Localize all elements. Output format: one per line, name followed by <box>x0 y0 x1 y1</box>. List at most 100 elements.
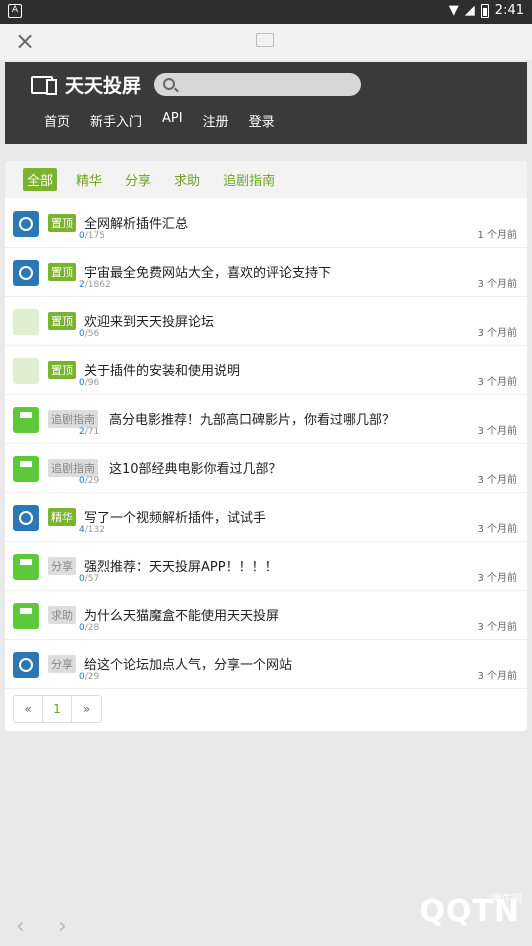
topic-tag: 精华 <box>48 508 76 526</box>
view-count: 1862 <box>87 280 111 290</box>
topic-stats: 0/29 <box>79 672 99 682</box>
topic-tag: 追剧指南 <box>48 459 98 477</box>
view-count: 175 <box>87 231 105 241</box>
close-button[interactable]: × <box>14 29 36 53</box>
forward-icon[interactable]: › <box>58 914 67 939</box>
topic-title[interactable]: 为什么天猫魔盒不能使用天天投屏 <box>84 605 279 624</box>
nav-link-3[interactable]: 注册 <box>203 111 229 130</box>
topic-row[interactable]: 追剧指南 这10部经典电影你看过几部？ 0/29 3 个月前 <box>5 444 527 493</box>
topic-stats: 0/28 <box>79 623 99 633</box>
site-logo[interactable]: 天天投屏 <box>31 71 141 98</box>
tab-0[interactable]: 全部 <box>23 168 58 191</box>
signal-icon: ◢ <box>464 3 475 18</box>
topic-title[interactable]: 关于插件的安装和使用说明 <box>84 360 240 379</box>
view-count: 29 <box>87 672 100 682</box>
logo-text: 天天投屏 <box>65 75 142 97</box>
topic-stats: 4/132 <box>79 525 105 535</box>
nav-link-1[interactable]: 新手入门 <box>90 111 142 130</box>
browser-toolbar: × <box>0 24 532 60</box>
topic-tag: 分享 <box>48 655 76 673</box>
prev-page-button[interactable]: « <box>14 696 43 722</box>
tv-phone-icon <box>31 75 57 95</box>
topic-title[interactable]: 全网解析插件汇总 <box>84 213 188 232</box>
category-tabs: 全部 精华 分享 求助 追剧指南 <box>5 161 527 198</box>
last-reply-time: 3 个月前 <box>477 279 517 290</box>
topic-list-card: 全部 精华 分享 求助 追剧指南 置顶 全网解析插件汇总 0/175 1 个月前 置顶 宇宙最全免… <box>5 161 527 731</box>
topic-title[interactable]: 写了一个视频解析插件，试试手 <box>84 507 266 526</box>
tab-1[interactable]: 精华 <box>72 168 106 191</box>
topic-row[interactable]: 精华 写了一个视频解析插件，试试手 4/132 3 个月前 <box>5 493 527 542</box>
topic-stats: 0/57 <box>79 574 99 584</box>
topic-stats: 0/56 <box>79 329 99 339</box>
view-count: 132 <box>87 525 105 535</box>
user-avatar[interactable] <box>13 211 39 237</box>
tab-2[interactable]: 分享 <box>121 168 155 191</box>
next-page-button[interactable]: » <box>72 696 101 722</box>
topic-row[interactable]: 分享 强烈推荐：天天投屏APP！！！！ 0/57 3 个月前 <box>5 542 527 591</box>
topic-list: 置顶 全网解析插件汇总 0/175 1 个月前 置顶 宇宙最全免费网站大全，喜欢的评论支持… <box>5 199 527 689</box>
user-avatar[interactable] <box>13 309 39 335</box>
user-avatar[interactable] <box>13 407 39 433</box>
topic-tag: 置顶 <box>48 312 76 330</box>
view-count: 29 <box>87 476 100 486</box>
back-icon[interactable]: ‹ <box>16 914 25 939</box>
topic-tag: 分享 <box>48 557 76 575</box>
nav-link-0[interactable]: 首页 <box>44 111 70 130</box>
user-avatar[interactable] <box>13 652 39 678</box>
search-icon <box>163 78 175 90</box>
topic-title[interactable]: 高分电影推荐！九部高口碑影片，你看过哪几部？ <box>109 409 395 428</box>
topic-row[interactable]: 置顶 全网解析插件汇总 0/175 1 个月前 <box>5 199 527 248</box>
user-avatar[interactable] <box>13 260 39 286</box>
view-count: 57 <box>87 574 100 584</box>
last-reply-time: 3 个月前 <box>477 573 517 584</box>
topic-row[interactable]: 置顶 欢迎来到天天投屏论坛 0/56 3 个月前 <box>5 297 527 346</box>
topic-tag: 求助 <box>48 606 76 624</box>
topic-row[interactable]: 追剧指南 高分电影推荐！九部高口碑影片，你看过哪几部？ 2/71 3 个月前 <box>5 395 527 444</box>
main-nav: 首页 新手入门 API 注册 登录 <box>44 111 275 130</box>
topic-tag: 置顶 <box>48 263 76 281</box>
notification-icon: A <box>8 4 22 18</box>
clock: 2:41 <box>494 3 524 18</box>
topic-stats: 0/96 <box>79 378 99 388</box>
topic-title[interactable]: 宇宙最全免费网站大全，喜欢的评论支持下 <box>84 262 331 281</box>
topic-row[interactable]: 求助 为什么天猫魔盒不能使用天天投屏 0/28 3 个月前 <box>5 591 527 640</box>
site-header: 天天投屏 首页 新手入门 API 注册 登录 <box>5 62 527 144</box>
status-bar: A ▼ ◢ 2:41 <box>0 0 532 24</box>
browser-bottom-bar: ‹ › 腾牛网 QQTN <box>0 894 532 946</box>
view-count: 28 <box>87 623 100 633</box>
page-1-button[interactable]: 1 <box>43 696 72 722</box>
user-avatar[interactable] <box>13 456 39 482</box>
user-avatar[interactable] <box>13 554 39 580</box>
topic-tag: 置顶 <box>48 361 76 379</box>
last-reply-time: 3 个月前 <box>477 622 517 633</box>
topic-stats: 2/1862 <box>79 280 111 290</box>
last-reply-time: 3 个月前 <box>477 377 517 388</box>
view-count: 71 <box>87 427 100 437</box>
search-input[interactable] <box>154 73 361 96</box>
last-reply-time: 3 个月前 <box>477 426 517 437</box>
wifi-icon: ▼ <box>448 3 459 18</box>
topic-title[interactable]: 强烈推荐：天天投屏APP！！！！ <box>84 556 278 575</box>
last-reply-time: 3 个月前 <box>477 671 517 682</box>
topic-tag: 追剧指南 <box>48 410 98 428</box>
last-reply-time: 3 个月前 <box>477 328 517 339</box>
topic-row[interactable]: 置顶 关于插件的安装和使用说明 0/96 3 个月前 <box>5 346 527 395</box>
topic-row[interactable]: 置顶 宇宙最全免费网站大全，喜欢的评论支持下 2/1862 3 个月前 <box>5 248 527 297</box>
user-avatar[interactable] <box>13 603 39 629</box>
watermark: QQTN <box>419 894 520 929</box>
user-avatar[interactable] <box>13 358 39 384</box>
topic-title[interactable]: 欢迎来到天天投屏论坛 <box>84 311 214 330</box>
user-avatar[interactable] <box>13 505 39 531</box>
nav-link-4[interactable]: 登录 <box>249 111 275 130</box>
cast-icon[interactable] <box>256 33 274 47</box>
topic-title[interactable]: 给这个论坛加点人气，分享一个网站 <box>84 654 292 673</box>
last-reply-time: 1 个月前 <box>477 230 517 241</box>
topic-title[interactable]: 这10部经典电影你看过几部？ <box>109 458 282 477</box>
tab-3[interactable]: 求助 <box>170 168 204 191</box>
battery-icon <box>480 3 489 18</box>
nav-link-2[interactable]: API <box>162 111 183 130</box>
tab-4[interactable]: 追剧指南 <box>219 168 279 191</box>
topic-row[interactable]: 分享 给这个论坛加点人气，分享一个网站 0/29 3 个月前 <box>5 640 527 689</box>
pagination: « 1 » <box>13 695 102 723</box>
topic-stats: 2/71 <box>79 427 99 437</box>
